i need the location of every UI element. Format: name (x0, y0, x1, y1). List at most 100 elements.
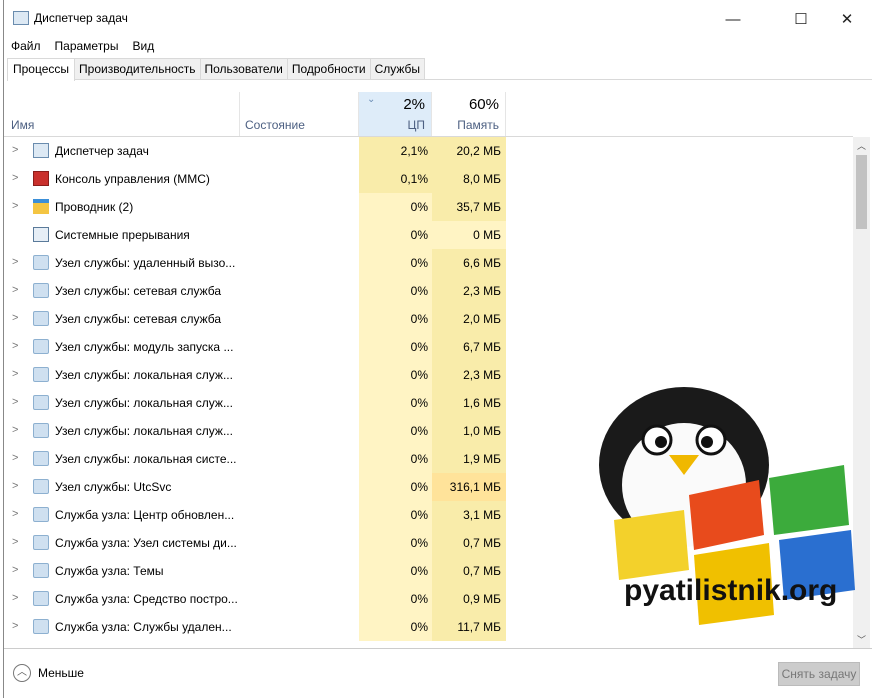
expand-chevron-icon[interactable]: > (12, 424, 18, 436)
process-name: Консоль управления (MMC) (55, 172, 210, 186)
taskmgr-icon (33, 143, 49, 158)
process-cpu: 0% (359, 445, 432, 473)
expand-chevron-icon[interactable]: > (12, 536, 18, 548)
gear-icon (33, 311, 49, 326)
process-memory: 2,3 МБ (432, 361, 506, 389)
process-cpu: 0% (359, 501, 432, 529)
expand-chevron-icon[interactable]: > (12, 284, 18, 296)
process-cpu: 0% (359, 221, 432, 249)
process-row[interactable]: > Консоль управления (MMC) 0,1% 8,0 МБ (4, 165, 853, 193)
process-name: Диспетчер задач (55, 144, 149, 158)
process-row[interactable]: Системные прерывания 0% 0 МБ (4, 221, 853, 249)
column-name[interactable]: Имя (4, 92, 240, 136)
expand-chevron-icon[interactable]: > (12, 396, 18, 408)
process-row[interactable]: > Узел службы: удаленный вызо... 0% 6,6 МБ (4, 249, 853, 277)
process-cpu: 0% (359, 277, 432, 305)
process-name: Узел службы: локальная служ... (55, 396, 233, 410)
process-cpu: 0% (359, 305, 432, 333)
process-name: Проводник (2) (55, 200, 134, 214)
tab-details[interactable]: Подробности (286, 58, 371, 79)
gear-icon (33, 479, 49, 494)
process-name: Узел службы: локальная служ... (55, 368, 233, 382)
menu-bar: Файл Параметры Вид (4, 38, 161, 56)
chevron-up-circle-icon[interactable]: ︿ (13, 664, 31, 682)
process-row[interactable]: > Диспетчер задач 2,1% 20,2 МБ (4, 137, 853, 165)
process-name: Узел службы: сетевая служба (55, 284, 222, 298)
process-cpu: 0% (359, 473, 432, 501)
system-icon (33, 227, 49, 242)
expand-chevron-icon[interactable]: > (12, 508, 18, 520)
expand-chevron-icon[interactable]: > (12, 564, 18, 576)
expand-chevron-icon[interactable]: > (12, 340, 18, 352)
scroll-up-icon[interactable]: ︿ (857, 139, 866, 152)
expand-chevron-icon[interactable]: > (12, 256, 18, 268)
gear-icon (33, 563, 49, 578)
process-cpu: 0% (359, 585, 432, 613)
process-memory: 2,0 МБ (432, 305, 506, 333)
minimize-button[interactable]: — (710, 6, 756, 32)
process-cpu: 0% (359, 613, 432, 641)
gear-icon (33, 367, 49, 382)
process-memory: 1,6 МБ (432, 389, 506, 417)
process-cpu: 0% (359, 361, 432, 389)
process-row[interactable]: > Узел службы: модуль запуска ... 0% 6,7 МБ (4, 333, 853, 361)
gear-icon (33, 339, 49, 354)
process-memory: 6,6 МБ (432, 249, 506, 277)
column-state[interactable]: Состояние (240, 92, 359, 136)
process-memory: 35,7 МБ (432, 193, 506, 221)
tab-processes[interactable]: Процессы (7, 58, 76, 81)
expand-chevron-icon[interactable]: > (12, 592, 18, 604)
scrollbar-thumb[interactable] (856, 155, 867, 229)
column-cpu-label: ЦП (407, 118, 425, 132)
process-cpu: 0% (359, 193, 432, 221)
process-name: Служба узла: Средство постро... (55, 592, 238, 606)
process-row[interactable]: > Проводник (2) 0% 35,7 МБ (4, 193, 853, 221)
column-cpu[interactable]: ⌄ 2% ЦП (359, 92, 432, 136)
tab-services[interactable]: Службы (369, 58, 426, 79)
process-cpu: 0% (359, 417, 432, 445)
menu-file[interactable]: Файл (4, 38, 48, 56)
process-row[interactable]: > Узел службы: сетевая служба 0% 2,3 МБ (4, 277, 853, 305)
mmc-icon (33, 171, 49, 186)
task-manager-icon (13, 11, 29, 25)
column-memory-label: Память (457, 118, 499, 132)
process-name: Служба узла: Центр обновлен... (55, 508, 235, 522)
gear-icon (33, 255, 49, 270)
maximize-button[interactable]: ☐ (778, 6, 824, 32)
gear-icon (33, 451, 49, 466)
process-name: Узел службы: локальная систе... (55, 452, 237, 466)
menu-view[interactable]: Вид (125, 38, 161, 56)
tab-performance[interactable]: Производительность (74, 58, 201, 79)
window-title: Диспетчер задач (34, 11, 128, 25)
expand-chevron-icon[interactable]: > (12, 368, 18, 380)
process-memory: 0 МБ (432, 221, 506, 249)
cpu-total: 2% (403, 96, 425, 113)
expand-chevron-icon[interactable]: > (12, 200, 18, 212)
process-memory: 8,0 МБ (432, 165, 506, 193)
watermark-text: pyatilistnik.org (624, 574, 837, 607)
end-task-button[interactable]: Снять задачу (778, 662, 860, 686)
task-manager-window: Диспетчер задач — ☐ ✕ Файл Параметры Вид… (3, 0, 872, 698)
expand-chevron-icon[interactable]: > (12, 620, 18, 632)
column-state-label: Состояние (245, 118, 305, 132)
watermark-logo: pyatilistnik.org (599, 387, 855, 625)
close-button[interactable]: ✕ (824, 6, 870, 32)
expand-chevron-icon[interactable]: > (12, 480, 18, 492)
process-name: Узел службы: удаленный вызо... (55, 256, 236, 270)
expand-chevron-icon[interactable]: > (12, 144, 18, 156)
process-memory: 0,9 МБ (432, 585, 506, 613)
tab-users[interactable]: Пользователи (199, 58, 288, 79)
column-memory[interactable]: 60% Память (432, 92, 506, 136)
expand-chevron-icon[interactable]: > (12, 452, 18, 464)
process-memory: 1,0 МБ (432, 417, 506, 445)
gear-icon (33, 507, 49, 522)
menu-options[interactable]: Параметры (48, 38, 126, 56)
expand-chevron-icon[interactable]: > (12, 172, 18, 184)
expand-chevron-icon[interactable]: > (12, 312, 18, 324)
process-cpu: 0% (359, 333, 432, 361)
gear-icon (33, 619, 49, 634)
fewer-details-button[interactable]: Меньше (38, 666, 84, 680)
process-name: Служба узла: Узел системы ди... (55, 536, 237, 550)
sort-chevron-icon: ⌄ (367, 94, 376, 105)
process-row[interactable]: > Узел службы: сетевая служба 0% 2,0 МБ (4, 305, 853, 333)
